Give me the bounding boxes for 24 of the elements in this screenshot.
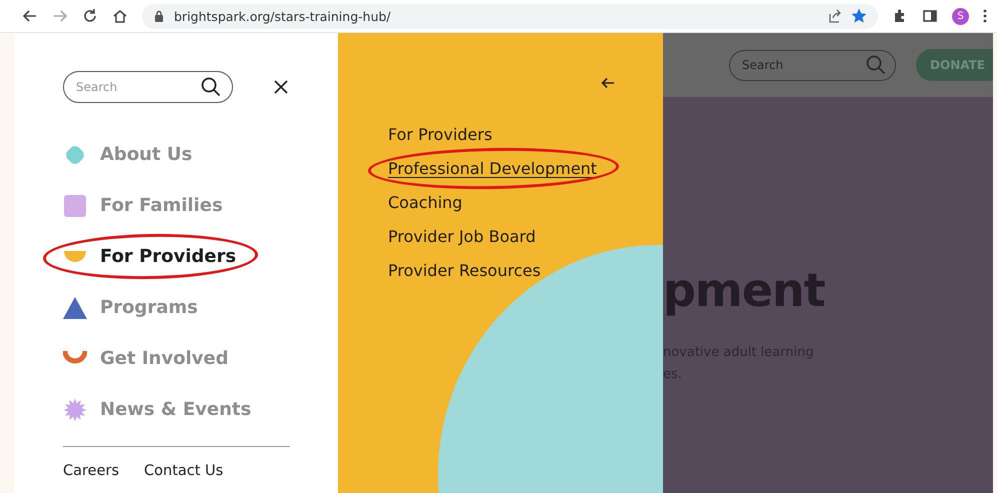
submenu-link[interactable]: Coaching [388,193,462,212]
lock-icon [154,10,164,22]
submenu-link[interactable]: For Providers [388,125,492,144]
address-bar[interactable]: brightspark.org/stars-training-hub/ [142,4,878,28]
back-arrow-icon[interactable] [22,8,38,24]
footer-link[interactable]: Contact Us [144,463,224,479]
home-icon[interactable] [112,8,128,24]
back-arrow-icon[interactable] [601,77,615,89]
search-field[interactable]: Search [729,50,896,80]
submenu-link[interactable]: Provider Resources [388,261,541,280]
profile-avatar[interactable]: S [952,8,969,24]
search-icon [866,54,886,74]
footer-link[interactable]: Careers [63,463,120,479]
star-icon[interactable] [852,9,866,23]
search-icon [201,77,221,97]
side-panel-icon[interactable] [922,8,938,24]
close-icon[interactable] [273,79,289,95]
share-icon[interactable] [828,9,842,23]
submenu-link[interactable]: Provider Job Board [388,227,536,246]
more-menu-icon[interactable] [983,9,987,23]
search-field[interactable]: Search [63,71,233,103]
submenu-link[interactable]: Professional Development [388,159,597,178]
reload-icon[interactable] [82,8,98,24]
menu-item[interactable]: For Providers [100,246,236,267]
